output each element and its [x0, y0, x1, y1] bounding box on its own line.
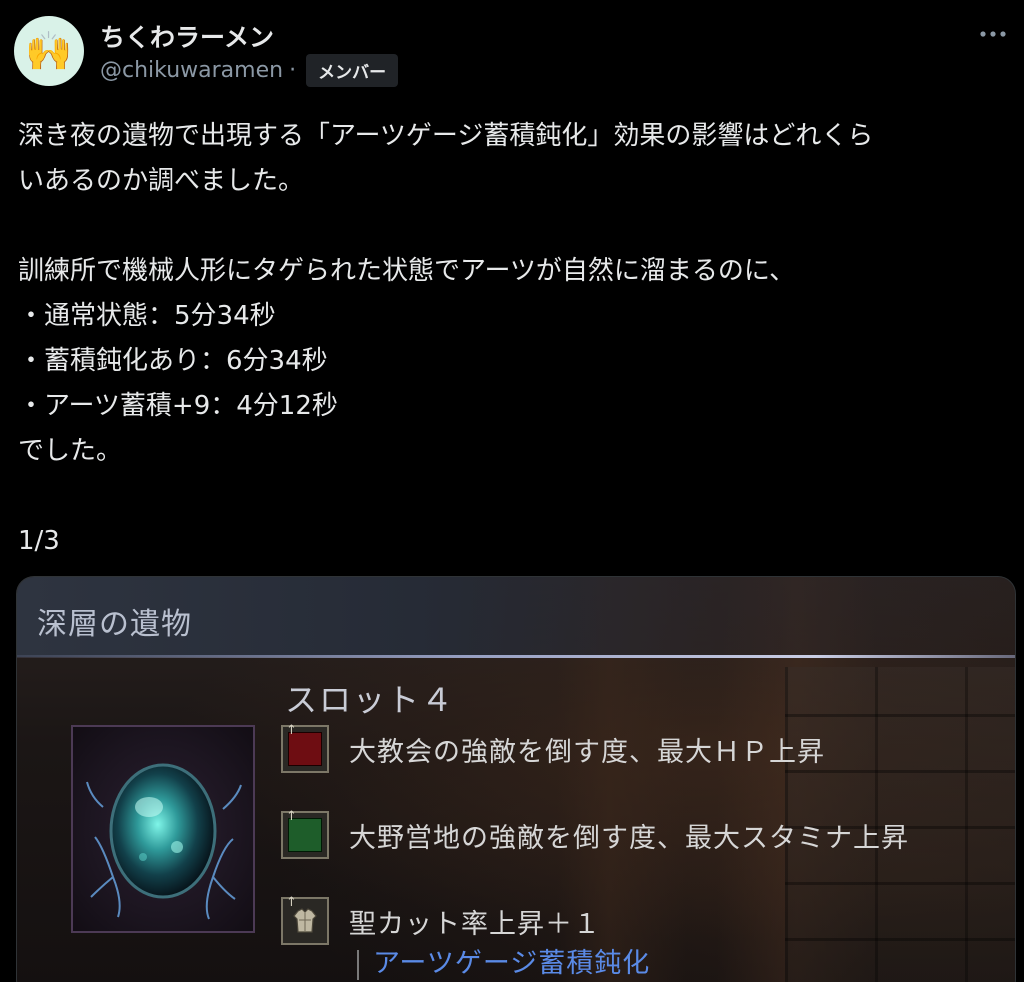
effect-icon-frame: ↑: [281, 809, 329, 859]
more-horizontal-icon: [980, 31, 1006, 37]
effect-label: 大野営地の強敵を倒す度、最大スタミナ上昇: [349, 822, 909, 854]
effect-row-2: ↑ 大野営地の強敵を倒す度、最大スタミナ上昇: [281, 809, 909, 859]
post-text-line: [18, 204, 1010, 249]
display-name[interactable]: ちくわラーメン: [100, 18, 274, 54]
post-text-line: でした。: [18, 436, 123, 466]
slot-title: スロット４: [285, 681, 456, 719]
post-text-line: [18, 474, 1010, 519]
effect-label: 大教会の強敵を倒す度、最大ＨＰ上昇: [349, 736, 825, 768]
effect-icon-frame: ↑: [281, 723, 329, 773]
upgrade-arrow-icon: ↑: [286, 895, 297, 910]
post-text-line: 訓練所で機械人形にタゲられた状態でアーツが自然に溜まるのに、: [18, 256, 796, 286]
relic-gem-icon: [86, 763, 242, 920]
post: 🙌 ちくわラーメン @chikuwaramen · メンバー 深き夜の遺物で出現…: [0, 0, 1024, 982]
post-text: 深き夜の遺物で出現する「アーツゲージ蓄積鈍化」効果の影響はどれくら いあるのか調…: [18, 114, 1010, 564]
post-text-line: 深き夜の遺物で出現する「アーツゲージ蓄積鈍化」効果の影響はどれくら: [18, 121, 874, 151]
handle-row: @chikuwaramen · メンバー: [100, 54, 399, 87]
raising-hands-icon: 🙌: [25, 28, 73, 73]
post-text-line: いあるのか調べました。: [18, 166, 305, 196]
member-badge: メンバー: [306, 54, 399, 87]
relic-header-divider: [17, 655, 1015, 658]
upgrade-arrow-icon: ↑: [286, 809, 297, 824]
user-handle[interactable]: @chikuwaramen: [100, 58, 283, 83]
relic-image: [71, 725, 255, 933]
armor-icon: [293, 908, 317, 933]
effect-icon-frame: ↑: [281, 895, 329, 945]
more-options-button[interactable]: [976, 20, 1010, 48]
post-counter: 1/3: [18, 526, 60, 556]
sub-effect-bar: [357, 949, 359, 980]
media-image[interactable]: 深層の遺物 スロット４ ↑ 大教会の強敵を倒す度、最大ＨＰ上昇 ↑ 大野営地の強…: [16, 576, 1016, 982]
post-text-line: ・アーツ蓄積+9：4分12秒: [18, 391, 338, 421]
separator-dot: ·: [289, 58, 297, 83]
effect-row-1: ↑ 大教会の強敵を倒す度、最大ＨＰ上昇: [281, 723, 825, 773]
avatar[interactable]: 🙌: [14, 16, 84, 86]
sub-effect: アーツゲージ蓄積鈍化: [357, 941, 650, 980]
effect-row-3: ↑ 聖カット率上昇＋１: [281, 895, 601, 945]
effect-label: 聖カット率上昇＋１: [349, 908, 601, 940]
relic-title: 深層の遺物: [37, 607, 192, 642]
post-text-line: ・蓄積鈍化あり：6分34秒: [18, 346, 328, 376]
upgrade-arrow-icon: ↑: [286, 723, 297, 738]
post-text-line: ・通常状態：5分34秒: [18, 301, 276, 331]
sub-effect-label: アーツゲージ蓄積鈍化: [373, 948, 651, 979]
